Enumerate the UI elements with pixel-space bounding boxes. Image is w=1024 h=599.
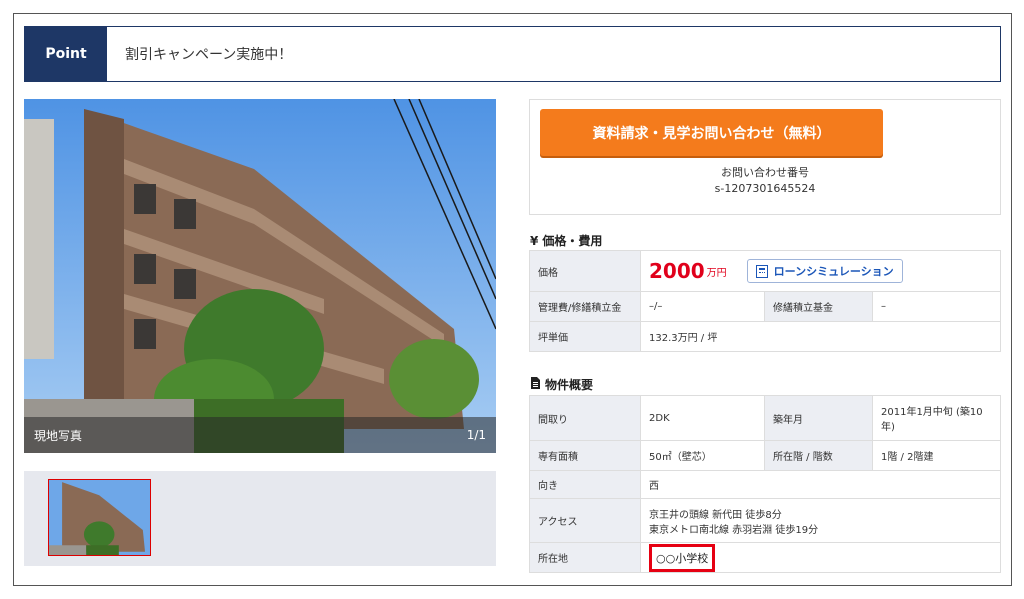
table-row: 間取り 2DK 築年月 2011年1月中旬 (築10年)	[529, 395, 1001, 441]
mgmt-value: –/–	[640, 291, 765, 322]
access-line-1: 京王井の頭線 新代田 徒歩8分	[649, 509, 782, 521]
table-row: 価格 2000 万円 ローンシミュレーション	[529, 250, 1001, 292]
yen-icon: ¥	[530, 233, 539, 248]
overview-table: 間取り 2DK 築年月 2011年1月中旬 (築10年) 専有面積 50㎡（壁芯…	[529, 395, 1001, 573]
repair-fund-label: 修繕積立基金	[764, 291, 873, 322]
inquiry-number-value: s-1207301645524	[714, 182, 816, 195]
price-section-title: ¥ 価格・費用	[530, 232, 602, 249]
calculator-icon	[755, 264, 768, 278]
age-label: 築年月	[764, 395, 873, 441]
table-row: 専有面積 50㎡（壁芯） 所在階 / 階数 1階 / 2階建	[529, 440, 1001, 471]
overview-section-title-text: 物件概要	[545, 378, 594, 392]
loan-simulation-button[interactable]: ローンシミュレーション	[746, 259, 903, 283]
repair-fund-value: –	[872, 291, 1001, 322]
age-value: 2011年1月中旬 (築10年)	[872, 395, 1001, 441]
access-label: アクセス	[529, 498, 641, 543]
thumbnail-image	[49, 480, 150, 555]
layout-label: 間取り	[529, 395, 641, 441]
price-table: 価格 2000 万円 ローンシミュレーション 管理費/修繕積立金 –/– 修繕積…	[529, 250, 1001, 352]
location-cell: ○○小学校	[640, 542, 1001, 573]
tsubo-value: 132.3万円 / 坪	[640, 321, 1001, 352]
overview-section-title: 物件概要	[530, 376, 593, 393]
point-banner: Point 割引キャンペーン実施中！	[24, 26, 1001, 82]
floor-value: 1階 / 2階建	[872, 440, 1001, 471]
access-line-2: 東京メトロ南北線 赤羽岩淵 徒歩19分	[649, 524, 819, 536]
area-label: 専有面積	[529, 440, 641, 471]
photo-counter: 1/1	[466, 428, 486, 442]
price-unit: 万円	[706, 267, 727, 279]
table-row: 向き 西	[529, 470, 1001, 499]
price-cell: 2000 万円 ローンシミュレーション	[640, 250, 1001, 292]
area-value: 50㎡（壁芯）	[640, 440, 765, 471]
thumbnail-selected[interactable]	[48, 479, 151, 556]
tsubo-label: 坪単価	[529, 321, 641, 352]
direction-label: 向き	[529, 470, 641, 499]
layout-value: 2DK	[640, 395, 765, 441]
location-value-highlighted: ○○小学校	[649, 543, 716, 572]
location-label: 所在地	[529, 542, 641, 573]
mgmt-label: 管理費/修繕積立金	[529, 291, 641, 322]
table-row: 坪単価 132.3万円 / 坪	[529, 321, 1001, 352]
photo-caption: 現地写真 1/1	[24, 417, 496, 453]
building-photo-image	[24, 99, 496, 453]
thumbnail-strip	[24, 471, 496, 566]
main-photo[interactable]: 現地写真 1/1	[24, 99, 496, 453]
price-label: 価格	[529, 250, 641, 292]
point-text: 割引キャンペーン実施中！	[125, 47, 293, 63]
table-row: アクセス 京王井の頭線 新代田 徒歩8分 東京メトロ南北線 赤羽岩淵 徒歩19分	[529, 498, 1001, 543]
photo-caption-label: 現地写真	[34, 428, 83, 443]
document-icon	[530, 377, 541, 392]
loan-simulation-label: ローンシミュレーション	[773, 265, 894, 278]
floor-label: 所在階 / 階数	[764, 440, 873, 471]
price-section-title-text: 価格・費用	[542, 234, 603, 248]
table-row: 所在地 ○○小学校	[529, 542, 1001, 573]
direction-value: 西	[640, 470, 1001, 499]
point-tag: Point	[25, 27, 107, 81]
inquiry-number-label: お問い合わせ番号	[721, 166, 809, 179]
table-row: 管理費/修繕積立金 –/– 修繕積立基金 –	[529, 291, 1001, 322]
inquiry-box: 資料請求・見学お問い合わせ（無料） お問い合わせ番号 s-12073016455…	[529, 99, 1001, 215]
access-value: 京王井の頭線 新代田 徒歩8分 東京メトロ南北線 赤羽岩淵 徒歩19分	[640, 498, 1001, 543]
inquiry-button[interactable]: 資料請求・見学お問い合わせ（無料）	[540, 109, 883, 156]
price-value: 2000	[649, 259, 705, 283]
